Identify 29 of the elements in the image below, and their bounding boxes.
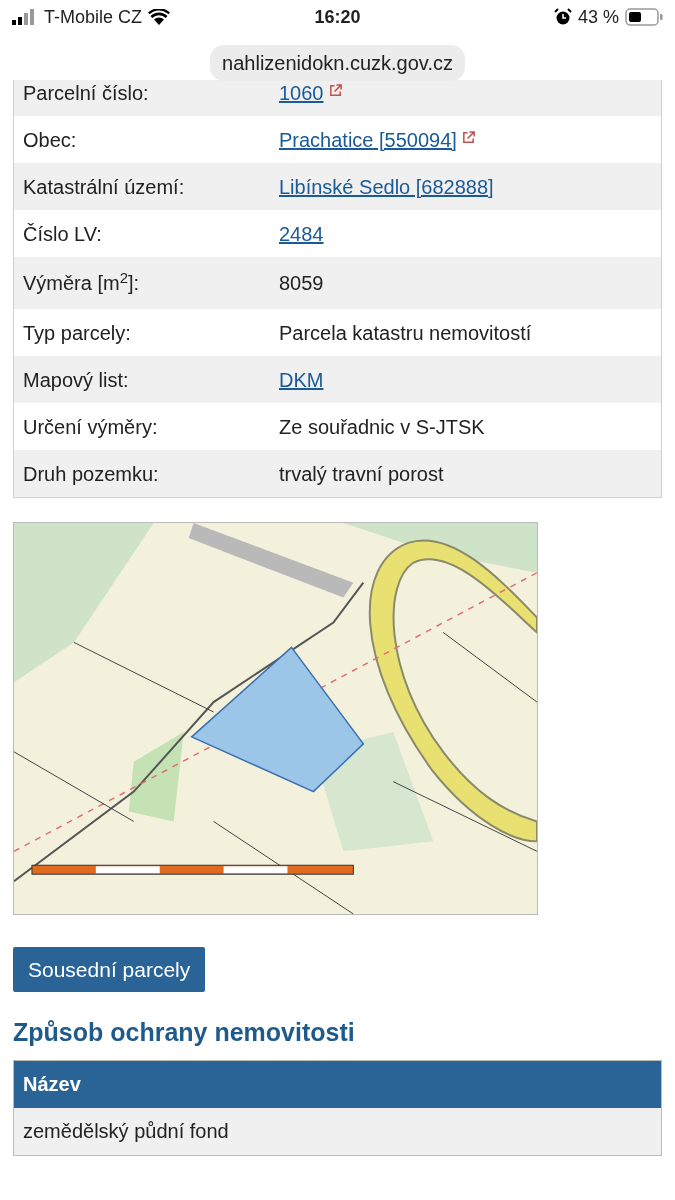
field-label: Určení výměry: (22, 414, 159, 440)
value-link[interactable]: 2484 (279, 222, 324, 245)
value-text: 8059 (279, 271, 324, 296)
table-cell-text: zemědělský půdní fond (22, 1119, 229, 1144)
address-bar[interactable]: nahlizenidokn.cuzk.gov.cz (210, 45, 465, 81)
field-label: Druh pozemku: (22, 461, 160, 487)
field-label: Parcelní číslo: (22, 80, 150, 106)
value-link[interactable]: Prachatice [550094] (279, 128, 457, 151)
value-text: trvalý travní porost (279, 461, 444, 487)
battery-percent: 43 % (577, 5, 619, 29)
field-label: Katastrální území: (22, 174, 186, 200)
alarm-clock-icon (553, 8, 572, 26)
battery-icon (625, 8, 663, 26)
field-label: Typ parcely: (22, 320, 132, 346)
clock-time: 16:20 (314, 5, 361, 29)
value-link[interactable]: Libínské Sedlo [682888] (279, 175, 494, 198)
value-text: Ze souřadnic v S-JTSK (279, 414, 485, 440)
neighbors-button[interactable]: Sousední parcely (13, 947, 206, 992)
carrier-name: T-Mobile CZ (44, 5, 142, 29)
field-label: Mapový list: (22, 367, 130, 393)
field-label: Obec: (22, 127, 78, 153)
section-heading: Způsob ochrany nemovitosti (13, 1017, 356, 1048)
field-label: Číslo LV: (22, 221, 103, 247)
wifi-icon (148, 9, 170, 25)
value-text: Parcela katastru nemovitostí (279, 320, 532, 346)
field-label: Výměra [m$^{2}$]: (22, 268, 141, 296)
column-header: Název (22, 1072, 81, 1097)
value-link[interactable]: DKM (279, 368, 324, 391)
value-link[interactable]: 1060 (279, 81, 324, 104)
